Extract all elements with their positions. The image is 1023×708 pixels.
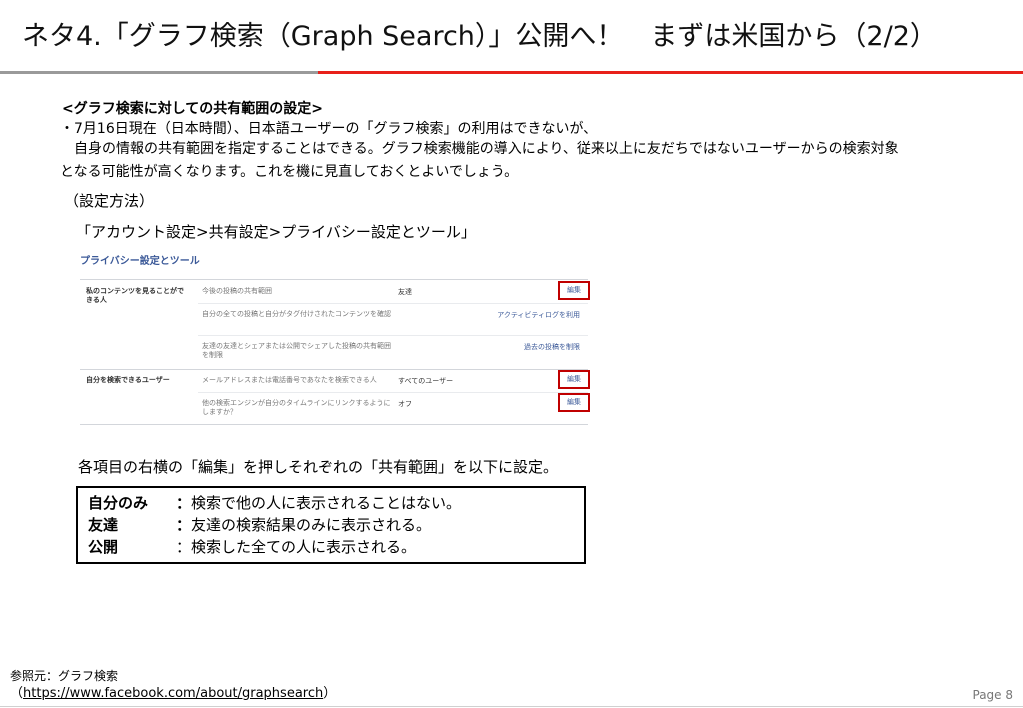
edit-button[interactable]: 編集 xyxy=(558,393,590,412)
body-line-2: 自身の情報の共有範囲を指定することはできる。グラフ検索機能の導入により、従来以上… xyxy=(60,141,899,157)
privacy-title: プライバシー設定とツール xyxy=(80,256,200,267)
footer-divider xyxy=(0,706,1023,707)
source-url-link[interactable]: https://www.facebook.com/about/graphsear… xyxy=(23,686,323,701)
setting-description: 検索した全ての人に表示される。 xyxy=(191,538,417,556)
page-number: Page 8 xyxy=(972,688,1014,702)
limit-past-posts-link[interactable]: 過去の投稿を制限 xyxy=(524,342,580,352)
privacy-row-divider xyxy=(198,335,588,336)
setting-label: 友達 xyxy=(88,516,119,534)
settings-summary-box: 自分のみ ：検索で他の人に表示されることはない。 友達 ：友達の検索結果のみに表示さ… xyxy=(76,486,586,564)
settings-path: 「アカウント設定>共有設定>プライバシー設定とツール」 xyxy=(76,223,476,241)
slide-title: ネタ4.「グラフ検索（Graph Search）」公開へ！ まずは米国から（2/… xyxy=(22,21,937,52)
setting-label: 自分のみ xyxy=(88,494,149,512)
url-close-paren: ） xyxy=(323,686,337,701)
source-url-line: （https://www.facebook.com/about/graphsea… xyxy=(10,686,336,702)
setting-colon: ： xyxy=(176,538,192,556)
privacy-divider xyxy=(80,279,588,280)
privacy-question: 今後の投稿の共有範囲 xyxy=(202,287,272,295)
edit-button[interactable]: 編集 xyxy=(558,281,590,300)
instruction-text: 各項目の右横の「編集」を押しそれぞれの「共有範囲」を以下に設定。 xyxy=(78,458,559,476)
privacy-row-divider xyxy=(198,392,588,393)
privacy-section-content: 私のコンテンツを見ることがで きる人 xyxy=(86,287,184,304)
setting-row: 友達 ：友達の検索結果のみに表示される。 xyxy=(88,514,584,536)
privacy-question: メールアドレスまたは電話番号であなたを検索できる人 xyxy=(202,376,377,384)
privacy-row-divider xyxy=(198,303,588,304)
setting-description: 検索で他の人に表示されることはない。 xyxy=(191,494,462,512)
title-rule-red xyxy=(318,71,1023,74)
privacy-divider xyxy=(80,369,588,370)
privacy-question: 他の検索エンジンが自分のタイムラインにリンクするようにしますか？ xyxy=(202,399,391,416)
url-open-paren: （ xyxy=(10,686,24,701)
privacy-settings-screenshot: プライバシー設定とツール 私のコンテンツを見ることがで きる人 今後の投稿の共有… xyxy=(80,248,590,428)
setting-row: 自分のみ ：検索で他の人に表示されることはない。 xyxy=(88,492,584,514)
privacy-value: オフ xyxy=(398,400,412,408)
privacy-question: 友達の友達とシェアまたは公開でシェアした投稿の共有範囲を制限 xyxy=(202,342,391,359)
activity-log-link[interactable]: アクティビティログを利用 xyxy=(497,310,580,320)
setting-colon: ： xyxy=(176,516,192,534)
setting-colon: ： xyxy=(176,494,192,512)
title-rule-gray xyxy=(0,71,318,74)
privacy-section-search: 自分を検索できるユーザー xyxy=(86,376,170,384)
setting-description: 友達の検索結果のみに表示される。 xyxy=(191,516,432,534)
section-heading: <グラフ検索に対しての共有範囲の設定> xyxy=(62,101,324,117)
source-label: 参照元：グラフ検索 xyxy=(10,669,119,683)
privacy-question: 自分の全ての投稿と自分がタグ付けされたコンテンツを確認 xyxy=(202,310,391,318)
method-label: （設定方法） xyxy=(64,192,155,210)
privacy-value: 友達 xyxy=(398,288,412,296)
privacy-value: すべてのユーザー xyxy=(398,377,454,385)
setting-row: 公開 ：検索した全ての人に表示される。 xyxy=(88,536,584,558)
edit-button[interactable]: 編集 xyxy=(558,370,590,389)
body-line-1: ・7月16日現在（日本時間）、日本語ユーザーの「グラフ検索」の利用はできないが、 xyxy=(60,121,598,137)
privacy-divider xyxy=(80,424,588,425)
body-line-3: となる可能性が高くなります。これを機に見直しておくとよいでしょう。 xyxy=(60,164,519,180)
setting-label: 公開 xyxy=(88,538,119,556)
